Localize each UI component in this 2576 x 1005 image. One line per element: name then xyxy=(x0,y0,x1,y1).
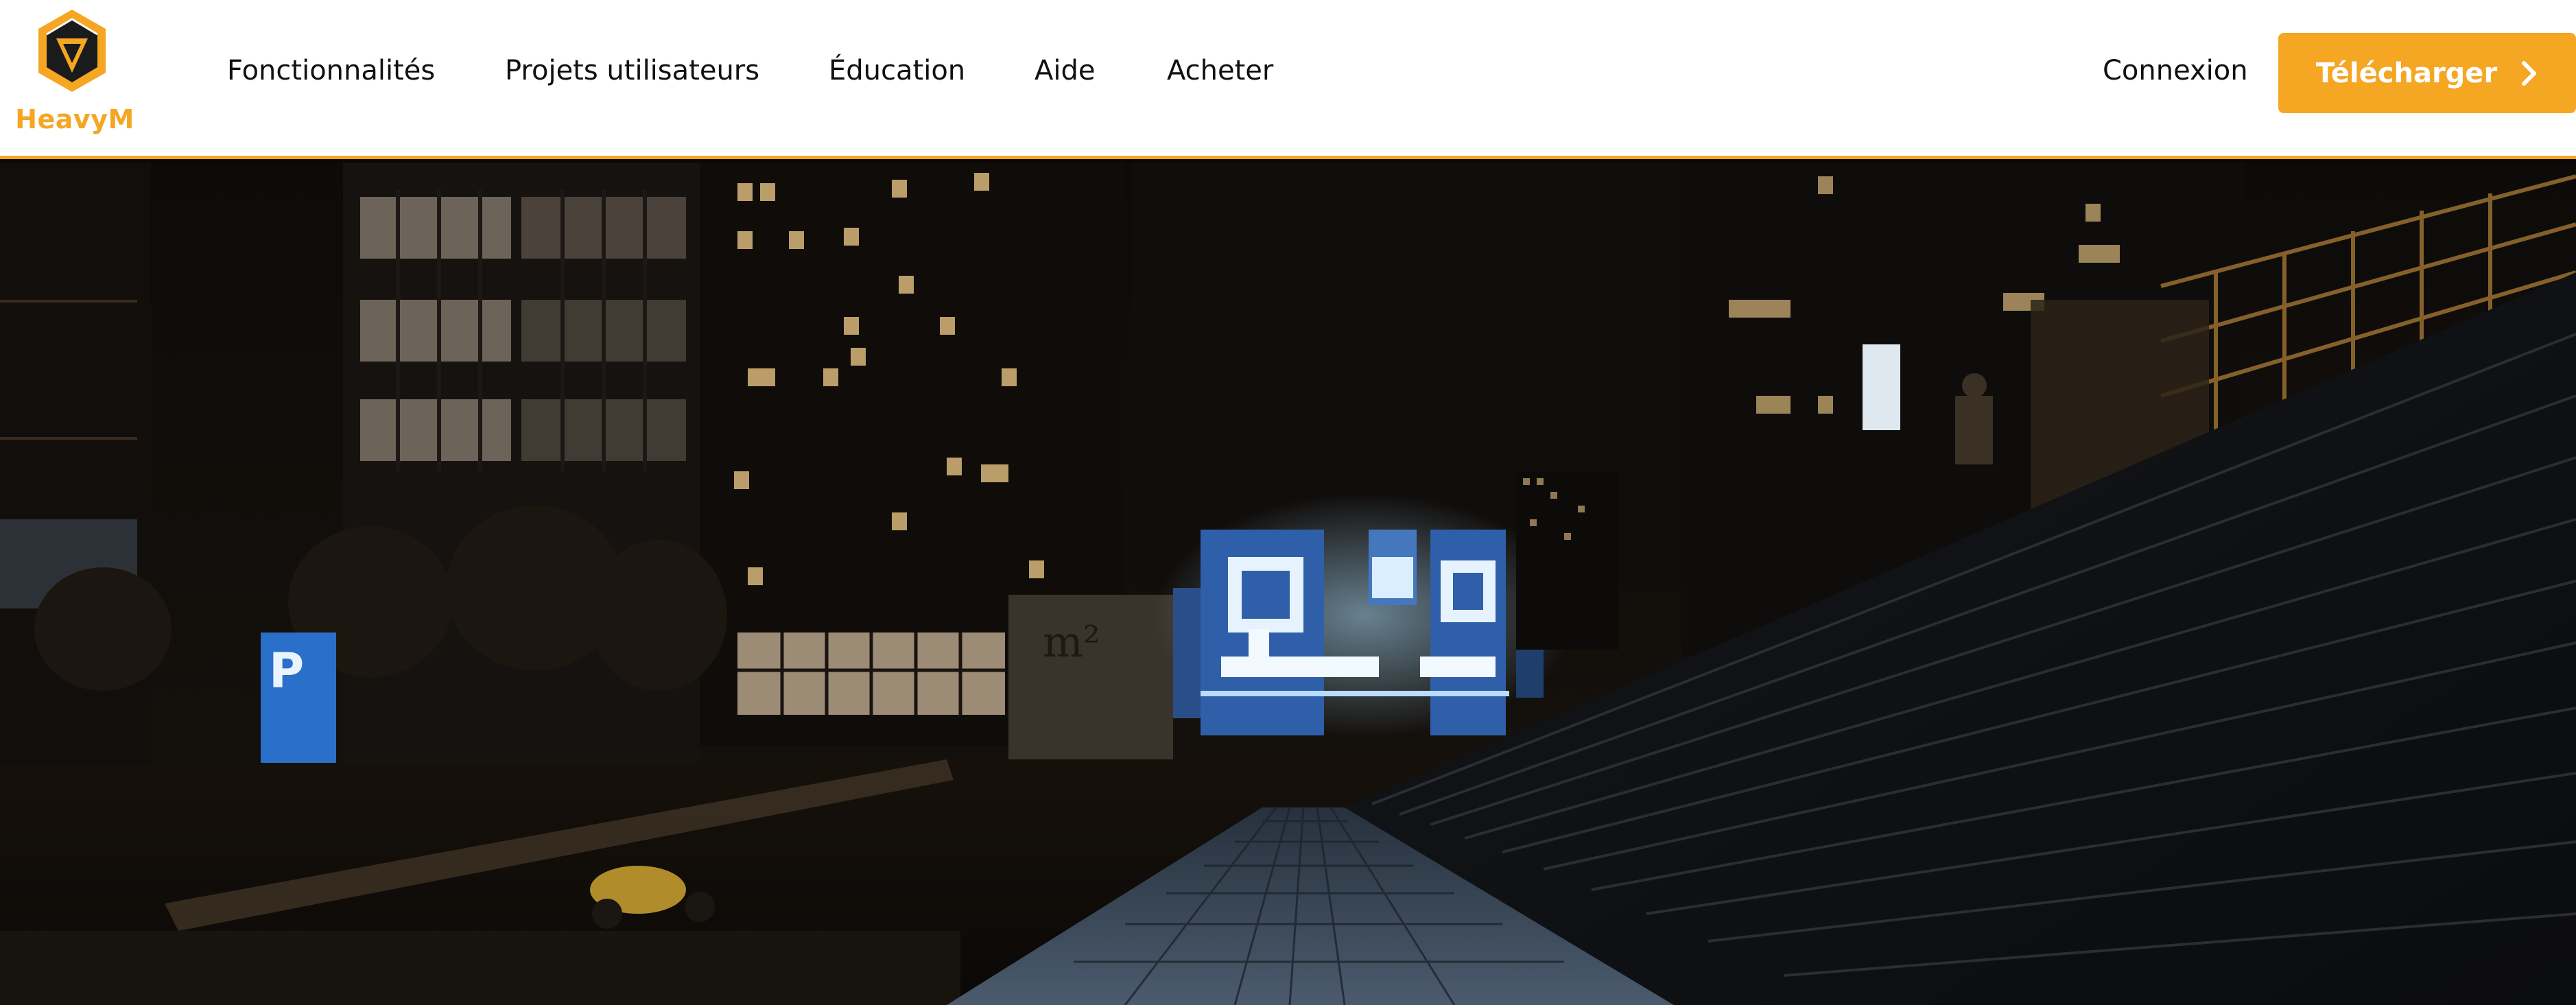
site-header: HeavyM Fonctionnalités Projets utilisate… xyxy=(0,0,2576,159)
brand-logo[interactable]: HeavyM xyxy=(10,7,140,137)
svg-text:P: P xyxy=(269,643,304,699)
nav-item-fonctionnalites[interactable]: Fonctionnalités xyxy=(227,55,435,86)
heavym-logo-icon xyxy=(38,10,106,92)
hero-image: m² P xyxy=(0,163,2576,1005)
chevron-right-icon xyxy=(2522,60,2537,86)
nav-item-projets-utilisateurs[interactable]: Projets utilisateurs xyxy=(505,55,759,86)
nav-item-acheter[interactable]: Acheter xyxy=(1167,55,1273,86)
building-far-left xyxy=(0,163,151,780)
brand-name: HeavyM xyxy=(15,104,134,134)
hero-night-scene: m² P xyxy=(0,163,2576,1005)
download-button-label: Télécharger xyxy=(2315,57,2498,89)
lit-billboard xyxy=(1863,344,1900,430)
download-button[interactable]: Télécharger xyxy=(2278,33,2576,113)
nav-item-education[interactable]: Éducation xyxy=(829,55,965,86)
building-sign-text: m² xyxy=(1043,617,1100,667)
login-link[interactable]: Connexion xyxy=(2103,55,2248,86)
nav-item-aide[interactable]: Aide xyxy=(1035,55,1095,86)
